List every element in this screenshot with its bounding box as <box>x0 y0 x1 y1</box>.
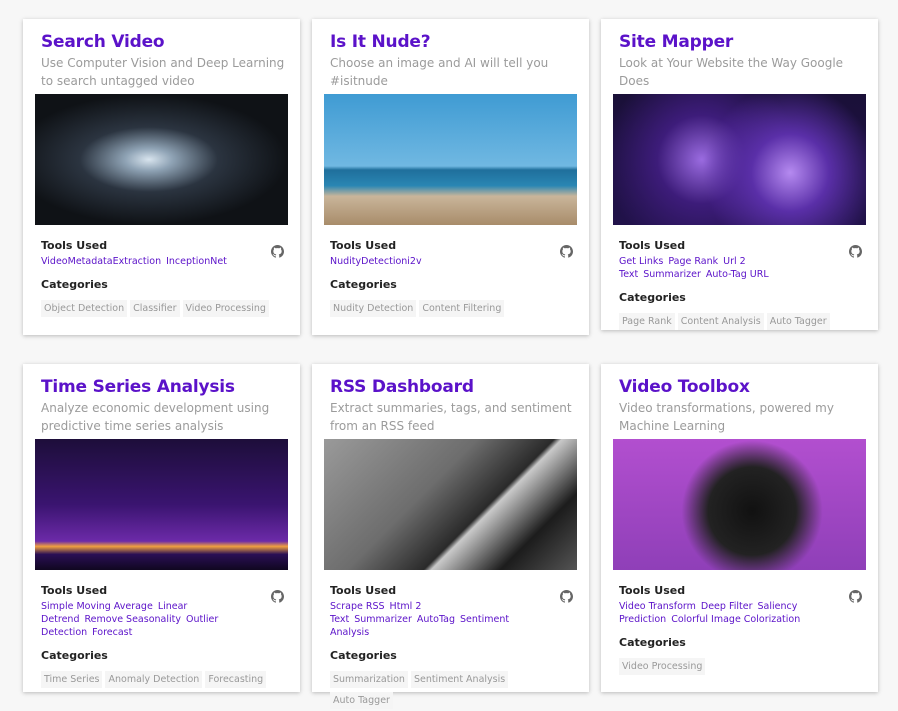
project-card[interactable]: Site Mapper Look at Your Website the Way… <box>601 19 878 330</box>
card-subtitle: Use Computer Vision and Deep Learning to… <box>41 56 285 88</box>
tools-list: Scrape RSS Html 2 Text Summarizer AutoTag Se… <box>330 600 571 639</box>
card-title[interactable]: Time Series Analysis <box>41 377 288 397</box>
categories-list: Nudity Detection Content Filtering <box>330 296 571 317</box>
category-chip[interactable]: Page Rank <box>619 313 675 330</box>
tool-link[interactable]: Colorful Image Colorization <box>671 614 800 625</box>
card-subtitle: Extract summaries, tags, and sentiment f… <box>330 401 572 433</box>
tool-link[interactable]: Deep Filter <box>701 601 753 612</box>
categories-heading: Categories <box>330 278 397 291</box>
tool-link[interactable]: NudityDetectioni2v <box>330 256 422 267</box>
card-subtitle: Video transformations, powered my Machin… <box>619 401 834 433</box>
tool-link[interactable]: AutoTag <box>417 614 455 625</box>
tools-heading: Tools Used <box>619 584 686 597</box>
category-chip[interactable]: Time Series <box>41 671 103 688</box>
tools-heading: Tools Used <box>619 239 686 252</box>
categories-heading: Categories <box>41 649 108 662</box>
github-icon[interactable] <box>560 588 573 603</box>
tool-link[interactable]: Video Transform <box>619 601 696 612</box>
card-subtitle: Analyze economic development using predi… <box>41 401 270 433</box>
category-chip[interactable]: Video Processing <box>182 300 269 317</box>
tool-link[interactable]: Forecast <box>92 627 132 638</box>
github-icon[interactable] <box>849 588 862 603</box>
category-chip[interactable]: Classifier <box>130 300 180 317</box>
categories-list: Video Processing <box>619 654 860 675</box>
github-icon[interactable] <box>560 243 573 258</box>
tools-list: VideoMetadataExtraction InceptionNet <box>41 255 282 268</box>
tools-list: Video Transform Deep Filter Saliency Predi… <box>619 600 860 626</box>
categories-heading: Categories <box>619 636 686 649</box>
project-card[interactable]: Video Toolbox Video transformations, pow… <box>601 364 878 692</box>
github-icon[interactable] <box>849 243 862 258</box>
category-chip[interactable]: Forecasting <box>205 671 267 688</box>
project-card[interactable]: Is It Nude? Choose an image and AI will … <box>312 19 589 335</box>
tools-list: Get Links Page Rank Url 2 Text Summarizer Au… <box>619 255 860 281</box>
project-card[interactable]: Time Series Analysis Analyze economic de… <box>23 364 300 692</box>
tool-link[interactable]: Get Links <box>619 256 663 267</box>
category-chip[interactable]: Auto Tagger <box>766 313 830 330</box>
card-image-usa-night-lights-map[interactable] <box>613 94 866 225</box>
tool-link[interactable]: Auto-Tag URL <box>706 269 769 280</box>
github-icon[interactable] <box>271 588 284 603</box>
project-card[interactable]: RSS Dashboard Extract summaries, tags, a… <box>312 364 589 709</box>
card-title[interactable]: Is It Nude? <box>330 32 577 52</box>
tools-list: NudityDetectioni2v <box>330 255 571 268</box>
card-image-city-skyline-night[interactable] <box>35 439 288 570</box>
card-title[interactable]: Video Toolbox <box>619 377 866 397</box>
card-title[interactable]: Site Mapper <box>619 32 866 52</box>
category-chip[interactable]: Content Analysis <box>677 313 764 330</box>
category-chip[interactable]: Summarization <box>330 671 408 688</box>
tools-heading: Tools Used <box>41 584 108 597</box>
tools-heading: Tools Used <box>330 239 397 252</box>
project-card[interactable]: Search Video Use Computer Vision and Dee… <box>23 19 300 335</box>
tool-link[interactable]: Summarizer <box>643 269 701 280</box>
github-icon[interactable] <box>271 243 284 258</box>
category-chip[interactable]: Anomaly Detection <box>105 671 203 688</box>
categories-list: Time Series Anomaly Detection Forecasting <box>41 667 282 688</box>
card-title[interactable]: Search Video <box>41 32 288 52</box>
tool-link[interactable]: Scrape RSS <box>330 601 385 612</box>
category-chip[interactable]: Object Detection <box>41 300 128 317</box>
categories-heading: Categories <box>330 649 397 662</box>
tool-link[interactable]: Remove Seasonality <box>84 614 181 625</box>
tool-link[interactable]: Page Rank <box>668 256 718 267</box>
card-image-crowded-beach[interactable] <box>324 94 577 225</box>
tools-list: Simple Moving Average Linear Detrend Remov… <box>41 600 282 639</box>
category-chip[interactable]: Nudity Detection <box>330 300 417 317</box>
category-chip[interactable]: Auto Tagger <box>330 692 393 709</box>
card-subtitle: Choose an image and AI will tell you #is… <box>330 56 549 88</box>
categories-list: Summarization Sentiment Analysis Auto Tagg… <box>330 667 571 709</box>
categories-heading: Categories <box>41 278 108 291</box>
categories-heading: Categories <box>619 291 686 304</box>
tools-heading: Tools Used <box>330 584 397 597</box>
card-subtitle: Look at Your Website the Way Google Does <box>619 56 844 88</box>
card-image-phone-filming-concert[interactable] <box>35 94 288 225</box>
categories-list: Object Detection Classifier Video Processi… <box>41 296 282 317</box>
tool-link[interactable]: VideoMetadataExtraction <box>41 256 161 267</box>
card-image-video-camera-purple[interactable] <box>613 439 866 570</box>
categories-list: Page Rank Content Analysis Auto Tagger <box>619 309 860 330</box>
category-chip[interactable]: Video Processing <box>619 658 706 675</box>
category-chip[interactable]: Sentiment Analysis <box>410 671 509 688</box>
category-chip[interactable]: Content Filtering <box>419 300 505 317</box>
tool-link[interactable]: Simple Moving Average <box>41 601 153 612</box>
tool-link[interactable]: InceptionNet <box>166 256 227 267</box>
tool-link[interactable]: Summarizer <box>354 614 412 625</box>
tools-heading: Tools Used <box>41 239 108 252</box>
card-title[interactable]: RSS Dashboard <box>330 377 577 397</box>
card-image-man-reading-newspaper[interactable] <box>324 439 577 570</box>
